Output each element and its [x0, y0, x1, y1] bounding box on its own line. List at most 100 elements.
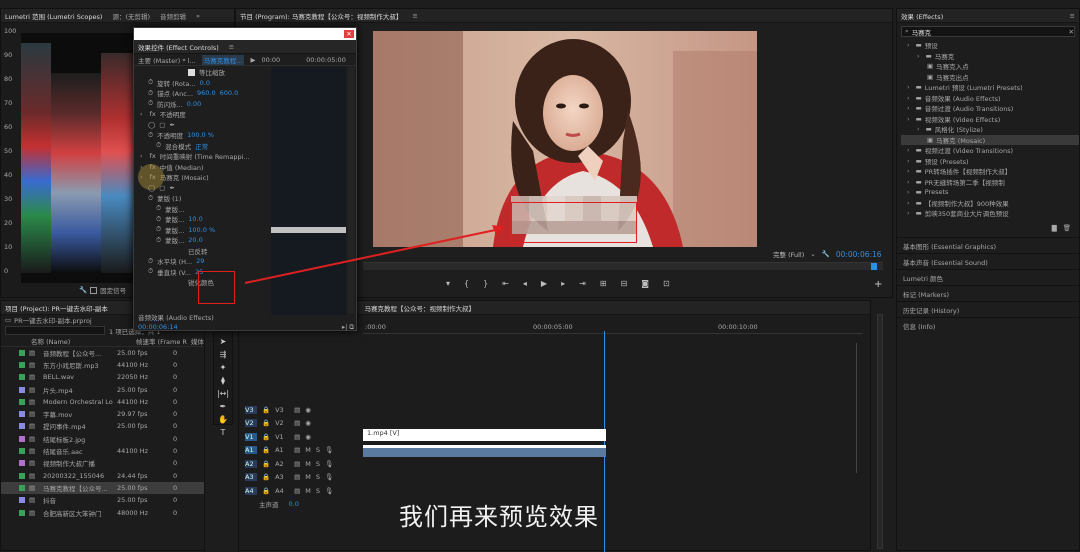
project-row[interactable]: ▤ 马赛克教程【公众号... 25.00 fps 0: [1, 481, 204, 495]
label-color-swatch[interactable]: [19, 349, 25, 356]
effects-section[interactable]: 基本图形 (Essential Graphics): [897, 237, 1079, 253]
effects-section[interactable]: 标记 (Markers): [897, 285, 1079, 301]
ec-row-value[interactable]: 29: [196, 257, 204, 265]
effects-tree-item[interactable]: › ▬ 风格化 (Stylize): [901, 124, 1079, 135]
label-color-swatch[interactable]: [19, 460, 25, 467]
track-target[interactable]: V2: [245, 419, 257, 428]
mic-icon[interactable]: 🎙: [325, 473, 333, 481]
ec-row-value[interactable]: 正常: [195, 141, 208, 151]
project-row[interactable]: ▤ 音频教程【公众号... 25.00 fps 0: [1, 347, 204, 359]
track-target[interactable]: A4: [245, 486, 257, 495]
expand-icon[interactable]: ›: [917, 125, 920, 133]
ripple-edit-tool-icon[interactable]: ✦: [220, 363, 227, 372]
project-row[interactable]: ▤ 合肥高新区大笨钟门 48000 Hz 0: [1, 506, 204, 518]
solo-icon[interactable]: S: [316, 487, 320, 495]
step-back-icon[interactable]: ◂: [523, 279, 527, 288]
effects-tree-item[interactable]: › ▬ 视频效果 (Video Effects): [901, 114, 1079, 125]
expand-icon[interactable]: ›: [907, 115, 910, 123]
tab-program[interactable]: 节目 (Program): 马赛克教程【公众号：视频制作大叔】: [240, 11, 402, 21]
lock-icon[interactable]: 🔒: [262, 406, 270, 414]
label-color-swatch[interactable]: [19, 398, 25, 405]
stopwatch-icon[interactable]: ⏱: [148, 194, 153, 203]
ec-filter-icons[interactable]: ▸| ⧉: [342, 323, 354, 332]
project-row[interactable]: ▤ BELL.wav 22050 Hz 0: [1, 371, 204, 383]
track-target[interactable]: V3: [245, 405, 257, 414]
audio-clip[interactable]: [363, 445, 606, 457]
effects-section[interactable]: 信息 (Info): [897, 317, 1079, 333]
tab-audio-clip[interactable]: 音频剪辑: [160, 11, 186, 21]
ec-play-icon[interactable]: ▶: [250, 56, 255, 64]
effects-tree-item[interactable]: › ▬ 预设: [901, 40, 1079, 51]
effects-tree-item[interactable]: › ▬ 视频过渡 (Video Transitions): [901, 145, 1079, 156]
checkbox-icon[interactable]: [188, 68, 195, 76]
timeline-ruler[interactable]: :00:00 00:00:05:00 00:00:10:00: [363, 318, 863, 334]
lock-icon[interactable]: 🔒: [262, 473, 270, 481]
effects-menu-icon[interactable]: ≡: [1070, 12, 1075, 20]
effects-section[interactable]: Lumetri 颜色: [897, 269, 1079, 285]
master-clip-select[interactable]: 主要 (Master) * l...: [138, 55, 196, 65]
ec-row-value[interactable]: 0.0: [200, 79, 210, 87]
effects-tree-item[interactable]: › ▬ 音频过渡 (Audio Transitions): [901, 103, 1079, 114]
lock-icon[interactable]: 🔒: [262, 433, 270, 441]
type-tool-icon[interactable]: T: [221, 428, 226, 437]
mute-icon[interactable]: M: [305, 446, 311, 454]
stopwatch-icon[interactable]: ⏱: [156, 225, 161, 234]
col-media[interactable]: 媒体: [191, 336, 204, 346]
timeline-scrollbar[interactable]: [856, 343, 862, 473]
project-row[interactable]: ▤ 字幕.mov 29.97 fps 0: [1, 408, 204, 420]
stopwatch-icon[interactable]: ⏱: [148, 267, 153, 276]
label-color-swatch[interactable]: [19, 411, 25, 418]
tab-lumetri-scopes[interactable]: Lumetri 范围 (Lumetri Scopes): [5, 11, 102, 21]
effects-tree-item[interactable]: › ▬ 音频效果 (Audio Effects): [901, 93, 1079, 104]
solo-icon[interactable]: S: [316, 460, 320, 468]
project-row[interactable]: ▤ 视频制作大叔广播 0: [1, 457, 204, 469]
expand-icon[interactable]: ›: [140, 110, 143, 118]
label-color-swatch[interactable]: [19, 435, 25, 442]
effects-tree-item[interactable]: ▣ 马赛克入点: [901, 61, 1079, 72]
chevron-down-icon[interactable]: ⌄: [810, 250, 815, 258]
stopwatch-icon[interactable]: ⏱: [148, 99, 153, 108]
label-color-swatch[interactable]: [19, 374, 25, 381]
video-clip[interactable]: 1.mp4 [V]: [363, 429, 606, 441]
mic-icon[interactable]: 🎙: [325, 460, 333, 468]
effects-search[interactable]: ⌕ 马赛克 ✕: [901, 26, 1075, 37]
sync-icon[interactable]: ▤: [294, 487, 300, 495]
stopwatch-icon[interactable]: ⏱: [148, 257, 153, 266]
add-button-icon[interactable]: +: [874, 279, 882, 290]
sync-icon[interactable]: ▤: [294, 406, 300, 414]
track-row[interactable]: A3 🔒 A3 ▤ M S 🎙: [245, 471, 865, 485]
project-row[interactable]: ▤ 东方小戏尼斯.mp3 44100 Hz 0: [1, 359, 204, 371]
project-row[interactable]: ▤ Modern Orchestral Log 44100 Hz 0: [1, 396, 204, 408]
go-to-out-icon[interactable]: ⇥: [579, 279, 586, 288]
razor-tool-icon[interactable]: ⧫: [221, 376, 225, 385]
expand-icon[interactable]: ›: [907, 209, 910, 217]
rect-mask-icon[interactable]: ▢: [159, 121, 165, 129]
fit-select[interactable]: 完整 (Full): [773, 249, 804, 259]
program-timecode[interactable]: 00:00:06:16: [836, 250, 882, 259]
effects-tree-item[interactable]: › ▬ 【视频制作大叔】900种效果: [901, 198, 1079, 209]
track-row[interactable]: A2 🔒 A2 ▤ M S 🎙: [245, 457, 865, 471]
extract-icon[interactable]: ⊟: [621, 279, 628, 288]
label-color-swatch[interactable]: [19, 484, 25, 491]
effects-tree-item[interactable]: › ▬ 预设 (Presets): [901, 156, 1079, 167]
solo-icon[interactable]: S: [316, 473, 320, 481]
ec-timecode[interactable]: 00:00:06:14: [138, 323, 178, 331]
ellipse-mask-icon[interactable]: ◯: [148, 121, 155, 129]
ec-row-value[interactable]: 100.0 %: [188, 226, 215, 234]
effects-section[interactable]: 历史记录 (History): [897, 301, 1079, 317]
stopwatch-icon[interactable]: ⏱: [156, 141, 161, 150]
lock-icon[interactable]: 🔒: [262, 446, 270, 454]
sync-icon[interactable]: ▤: [294, 473, 300, 481]
more-tabs-icon[interactable]: »: [196, 12, 200, 20]
expand-icon[interactable]: ›: [917, 52, 920, 60]
expand-icon[interactable]: ›: [907, 104, 910, 112]
eye-icon[interactable]: ◉: [305, 419, 311, 427]
expand-icon[interactable]: ›: [907, 167, 910, 175]
expand-icon[interactable]: ›: [907, 188, 910, 196]
ec-menu-icon[interactable]: ≡: [229, 43, 234, 51]
ec-row-value[interactable]: 100.0 %: [187, 131, 214, 139]
step-forward-icon[interactable]: ▸: [561, 279, 565, 288]
effects-tree-item[interactable]: › ▬ Lumetri 预设 (Lumetri Presets): [901, 82, 1079, 93]
effects-scrollbar[interactable]: [877, 314, 883, 549]
track-target[interactable]: A2: [245, 459, 257, 468]
